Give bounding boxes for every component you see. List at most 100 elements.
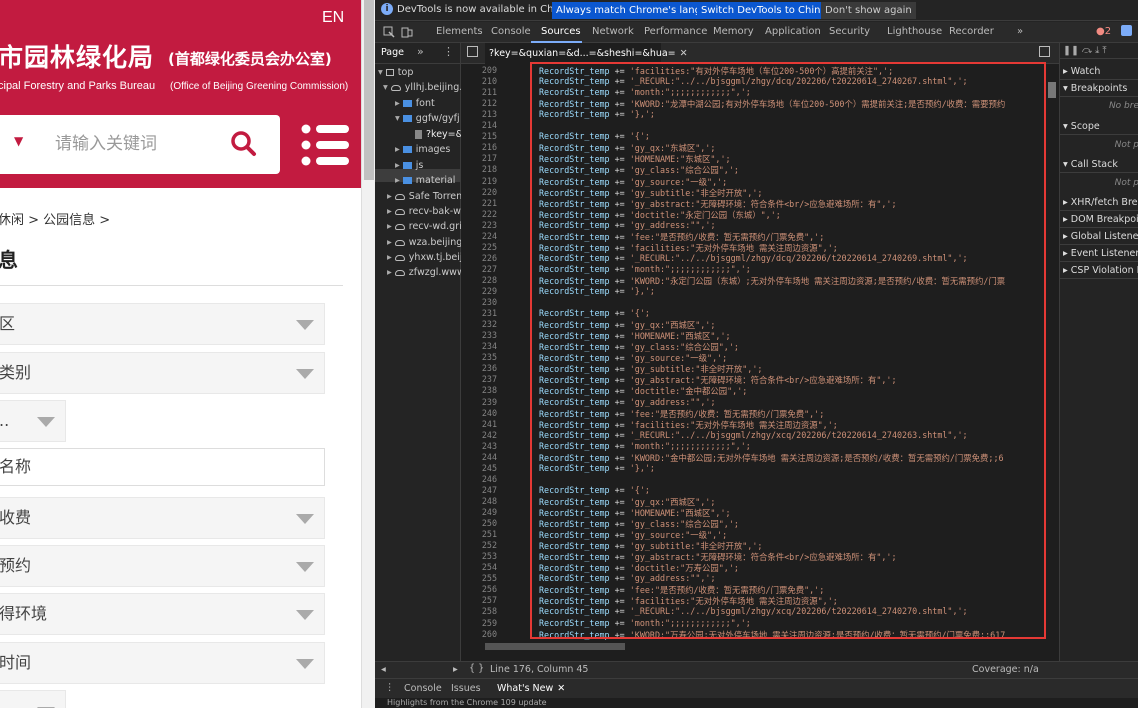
editor-horizontal-scrollbar[interactable] — [461, 641, 1045, 651]
line-number[interactable]: 220 — [461, 187, 497, 197]
line-number[interactable]: 213 — [461, 109, 497, 119]
line-number[interactable]: 243 — [461, 441, 497, 451]
line-number[interactable]: 254 — [461, 562, 497, 572]
scrollbar-thumb[interactable] — [485, 643, 625, 650]
search-icon[interactable] — [228, 129, 258, 159]
tree-item-folder[interactable]: ▸ font — [395, 98, 435, 109]
tree-item-folder[interactable]: ▾ ggfw/gyfj — [395, 113, 460, 124]
line-number[interactable]: 235 — [461, 352, 497, 362]
tree-item-origin[interactable]: ▸ recv-bak-we — [387, 206, 467, 217]
toggle-debugger-icon[interactable] — [1039, 46, 1050, 57]
tree-item-origin[interactable]: ▸ yhxw.tj.beiji — [387, 252, 465, 263]
tab-lighthouse[interactable]: Lighthouse — [887, 26, 942, 37]
line-number[interactable]: 216 — [461, 142, 497, 152]
scrollbar-thumb[interactable] — [364, 0, 374, 180]
line-number[interactable]: 259 — [461, 618, 497, 628]
line-number[interactable]: 212 — [461, 98, 497, 108]
menu-icon[interactable] — [300, 122, 350, 168]
line-number[interactable]: 256 — [461, 584, 497, 594]
section-xhr-breakpoints[interactable]: ▸ XHR/fetch Break — [1060, 195, 1138, 211]
tab-security[interactable]: Security — [829, 26, 870, 37]
tree-item-folder[interactable]: ▸ js — [395, 160, 423, 171]
section-breakpoints[interactable]: ▾ Breakpoints — [1060, 81, 1138, 97]
close-icon[interactable]: ✕ — [557, 683, 565, 694]
more-tabs-icon[interactable]: » — [1017, 26, 1023, 37]
line-number[interactable]: 240 — [461, 408, 497, 418]
line-number[interactable]: 211 — [461, 87, 497, 97]
filter-name-input[interactable]: 名称 — [0, 448, 325, 486]
line-number[interactable]: 241 — [461, 419, 497, 429]
line-number[interactable]: 215 — [461, 131, 497, 141]
line-number[interactable]: 244 — [461, 452, 497, 462]
section-csp-violation-breakpoints[interactable]: ▸ CSP Violation Br — [1060, 263, 1138, 279]
line-number[interactable]: 214 — [461, 120, 497, 130]
line-number[interactable]: 231 — [461, 308, 497, 318]
filter-small-select[interactable]: .. — [0, 400, 66, 442]
tab-recorder[interactable]: Recorder — [949, 26, 994, 37]
pretty-print-icon[interactable]: { } — [469, 663, 484, 674]
section-event-listener-breakpoints[interactable]: ▸ Event Listener Br — [1060, 246, 1138, 262]
filter-reservation-select[interactable]: 预约 — [0, 545, 325, 587]
line-number[interactable]: 233 — [461, 330, 497, 340]
device-toolbar-icon[interactable] — [401, 26, 413, 38]
line-number[interactable]: 242 — [461, 430, 497, 440]
section-watch[interactable]: ▸ Watch — [1060, 64, 1138, 80]
inspect-element-icon[interactable] — [383, 26, 395, 38]
line-number[interactable]: 232 — [461, 319, 497, 329]
page-scrollbar[interactable] — [361, 0, 375, 708]
filter-fee-select[interactable]: 收费 — [0, 497, 325, 539]
editor-vertical-scrollbar[interactable] — [1045, 64, 1059, 644]
line-number[interactable]: 229 — [461, 286, 497, 296]
scroll-left-icon[interactable]: ◂ — [381, 664, 386, 675]
tab-memory[interactable]: Memory — [713, 26, 754, 37]
filter-accessibility-select[interactable]: 得环境 — [0, 593, 325, 635]
line-number[interactable]: 228 — [461, 275, 497, 285]
filter-time-select[interactable]: 时间 — [0, 642, 325, 684]
line-number[interactable]: 227 — [461, 264, 497, 274]
tree-item-origin[interactable]: ▸ wza.beijing. — [387, 237, 465, 248]
tab-sources[interactable]: Sources — [541, 26, 581, 37]
line-number[interactable]: 250 — [461, 518, 497, 528]
drawer-tab-whats-new[interactable]: What's New ✕ — [497, 683, 565, 694]
tab-page[interactable]: Page — [381, 47, 404, 58]
filter-category-select[interactable]: 类别 — [0, 352, 325, 394]
line-number[interactable]: 255 — [461, 573, 497, 583]
tab-application[interactable]: Application — [765, 26, 821, 37]
drawer-tab-console[interactable]: Console — [404, 683, 442, 694]
line-number[interactable]: 257 — [461, 595, 497, 605]
line-number[interactable]: 230 — [461, 297, 497, 307]
tree-item-origin[interactable]: ▸ Safe Torrent — [387, 191, 466, 202]
line-number[interactable]: 226 — [461, 253, 497, 263]
line-number[interactable]: 239 — [461, 397, 497, 407]
line-number[interactable]: 224 — [461, 231, 497, 241]
line-number[interactable]: 252 — [461, 540, 497, 550]
line-number[interactable]: 225 — [461, 242, 497, 252]
line-number[interactable]: 217 — [461, 153, 497, 163]
line-number[interactable]: 219 — [461, 176, 497, 186]
tab-network[interactable]: Network — [592, 26, 634, 37]
line-number[interactable]: 209 — [461, 65, 497, 75]
tree-item-origin[interactable]: ▾ yllhj.beijing. — [383, 82, 462, 93]
section-dom-breakpoints[interactable]: ▸ DOM Breakpoint — [1060, 212, 1138, 228]
filter-district-select[interactable]: 区 — [0, 303, 325, 345]
tree-item-file-selected[interactable]: ?key=& — [415, 129, 463, 140]
line-number[interactable]: 253 — [461, 551, 497, 561]
issues-icon[interactable] — [1121, 25, 1132, 36]
line-number[interactable]: 221 — [461, 198, 497, 208]
step-over-icon[interactable]: ⤼ — [1082, 45, 1092, 56]
search-input[interactable] — [55, 132, 215, 156]
pause-icon[interactable]: ❚❚ — [1063, 45, 1079, 56]
tree-item-folder[interactable]: ▸ material — [395, 175, 455, 186]
tab-performance[interactable]: Performance — [644, 26, 707, 37]
tree-item-folder[interactable]: ▸ images — [395, 144, 450, 155]
line-number[interactable]: 245 — [461, 463, 497, 473]
more-navigator-tabs-icon[interactable]: » — [417, 45, 424, 58]
line-number[interactable]: 249 — [461, 507, 497, 517]
close-icon[interactable]: ✕ — [680, 48, 688, 59]
language-toggle[interactable]: EN — [322, 9, 344, 27]
line-number[interactable]: 238 — [461, 385, 497, 395]
line-number[interactable]: 234 — [461, 341, 497, 351]
line-number[interactable]: 218 — [461, 164, 497, 174]
line-number[interactable]: 223 — [461, 220, 497, 230]
step-out-icon[interactable]: ⤒ — [1102, 45, 1106, 56]
